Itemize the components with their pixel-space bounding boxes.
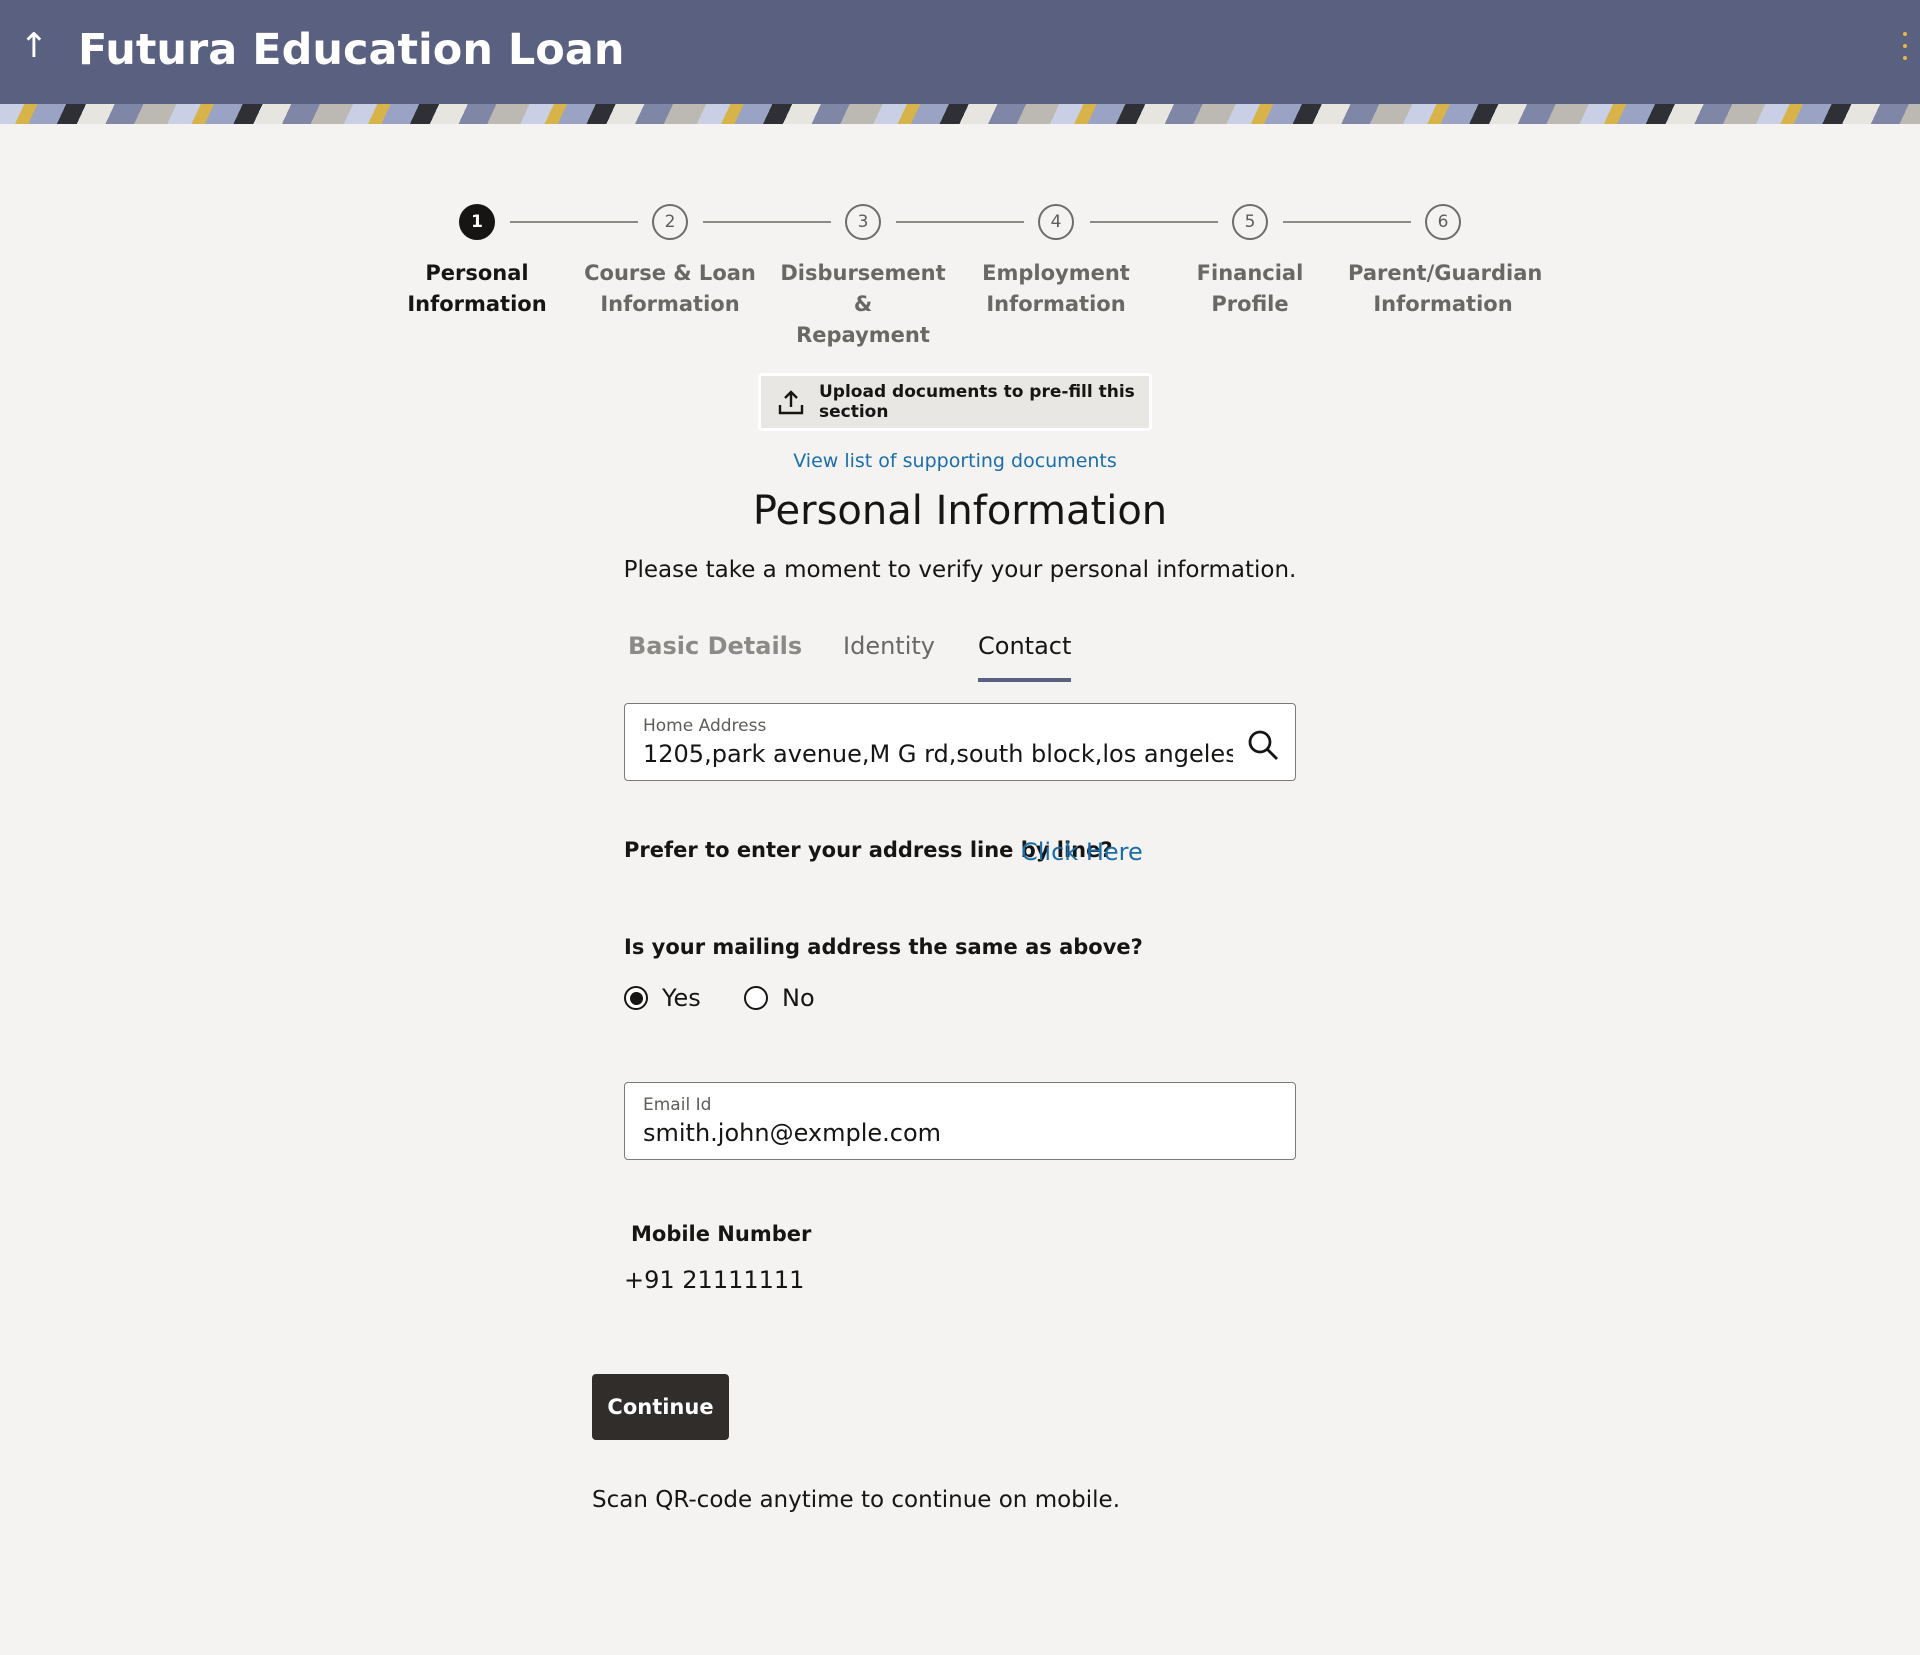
step-label-line: Repayment [796,323,930,347]
step-3-label[interactable]: Disbursement & Repayment [768,258,958,351]
app-header: ↑ Futura Education Loan [0,0,1920,104]
view-supporting-documents-link[interactable]: View list of supporting documents [790,450,1120,472]
step-label-line: Disbursement & [780,261,946,316]
step-2-indicator[interactable]: 2 [652,204,688,240]
radio-selected-indicator[interactable] [624,986,648,1010]
step-1-label[interactable]: Personal Information [382,258,572,320]
step-connector [1090,221,1218,223]
step-label-line: Course & Loan [584,261,756,285]
step-6-label[interactable]: Parent/Guardian Information [1348,258,1543,320]
step-label-line: Parent/Guardian [1348,261,1543,285]
step-label-line: Information [986,292,1126,316]
app-title: Futura Education Loan [78,25,625,75]
step-label-line: Personal [425,261,529,285]
mobile-number-value: +91 21111111 [624,1266,805,1294]
continue-button[interactable]: Continue [592,1374,729,1440]
mailing-no-radio[interactable]: No [744,983,815,1013]
step-6-indicator[interactable]: 6 [1425,204,1461,240]
home-address-input[interactable]: 1205,park avenue,M G rd,south block,los … [643,738,1233,770]
tab-contact[interactable]: Contact [978,628,1072,682]
home-address-field[interactable]: Home Address 1205,park avenue,M G rd,sou… [624,703,1296,781]
step-4-label[interactable]: Employment Information [961,258,1151,320]
step-label-line: Information [407,292,547,316]
tab-identity[interactable]: Identity [843,628,935,668]
click-here-link[interactable]: Click Here [1021,838,1143,866]
header-decorative-strip [0,104,1920,124]
step-5-label[interactable]: Financial Profile [1155,258,1345,320]
step-label-line: Employment [982,261,1130,285]
step-label-line: Financial Profile [1196,261,1304,316]
step-connector [510,221,638,223]
home-address-label: Home Address [643,716,767,736]
step-2-label[interactable]: Course & Loan Information [575,258,765,320]
step-1-indicator[interactable]: 1 [459,204,495,240]
step-label-line: Information [1373,292,1513,316]
step-5-indicator[interactable]: 5 [1232,204,1268,240]
step-label-line: Information [600,292,740,316]
email-field[interactable]: Email Id smith.john@exmple.com [624,1082,1296,1160]
mobile-number-label: Mobile Number [631,1222,812,1246]
mailing-address-question: Is your mailing address the same as abov… [624,935,1143,959]
upload-icon [778,390,804,415]
upload-button-label: Upload documents to pre-fill this sectio… [819,382,1135,422]
step-connector [896,221,1024,223]
step-3-indicator[interactable]: 3 [845,204,881,240]
search-icon[interactable] [1246,728,1280,762]
kebab-menu-icon[interactable] [1900,32,1910,60]
radio-label: No [782,984,815,1012]
email-label: Email Id [643,1095,712,1115]
step-connector [1283,221,1411,223]
scan-qr-text: Scan QR-code anytime to continue on mobi… [592,1487,1121,1513]
up-arrow-icon[interactable]: ↑ [18,26,50,66]
page-title: Personal Information [752,488,1168,534]
step-4-indicator[interactable]: 4 [1038,204,1074,240]
email-input[interactable]: smith.john@exmple.com [643,1117,1233,1149]
upload-documents-button[interactable]: Upload documents to pre-fill this sectio… [758,373,1152,431]
tab-basic-details[interactable]: Basic Details [628,628,802,668]
mailing-yes-radio[interactable]: Yes [624,983,701,1013]
radio-unselected-indicator[interactable] [744,986,768,1010]
page-subtitle: Please take a moment to verify your pers… [623,557,1297,583]
step-connector [703,221,831,223]
radio-label: Yes [662,984,701,1012]
